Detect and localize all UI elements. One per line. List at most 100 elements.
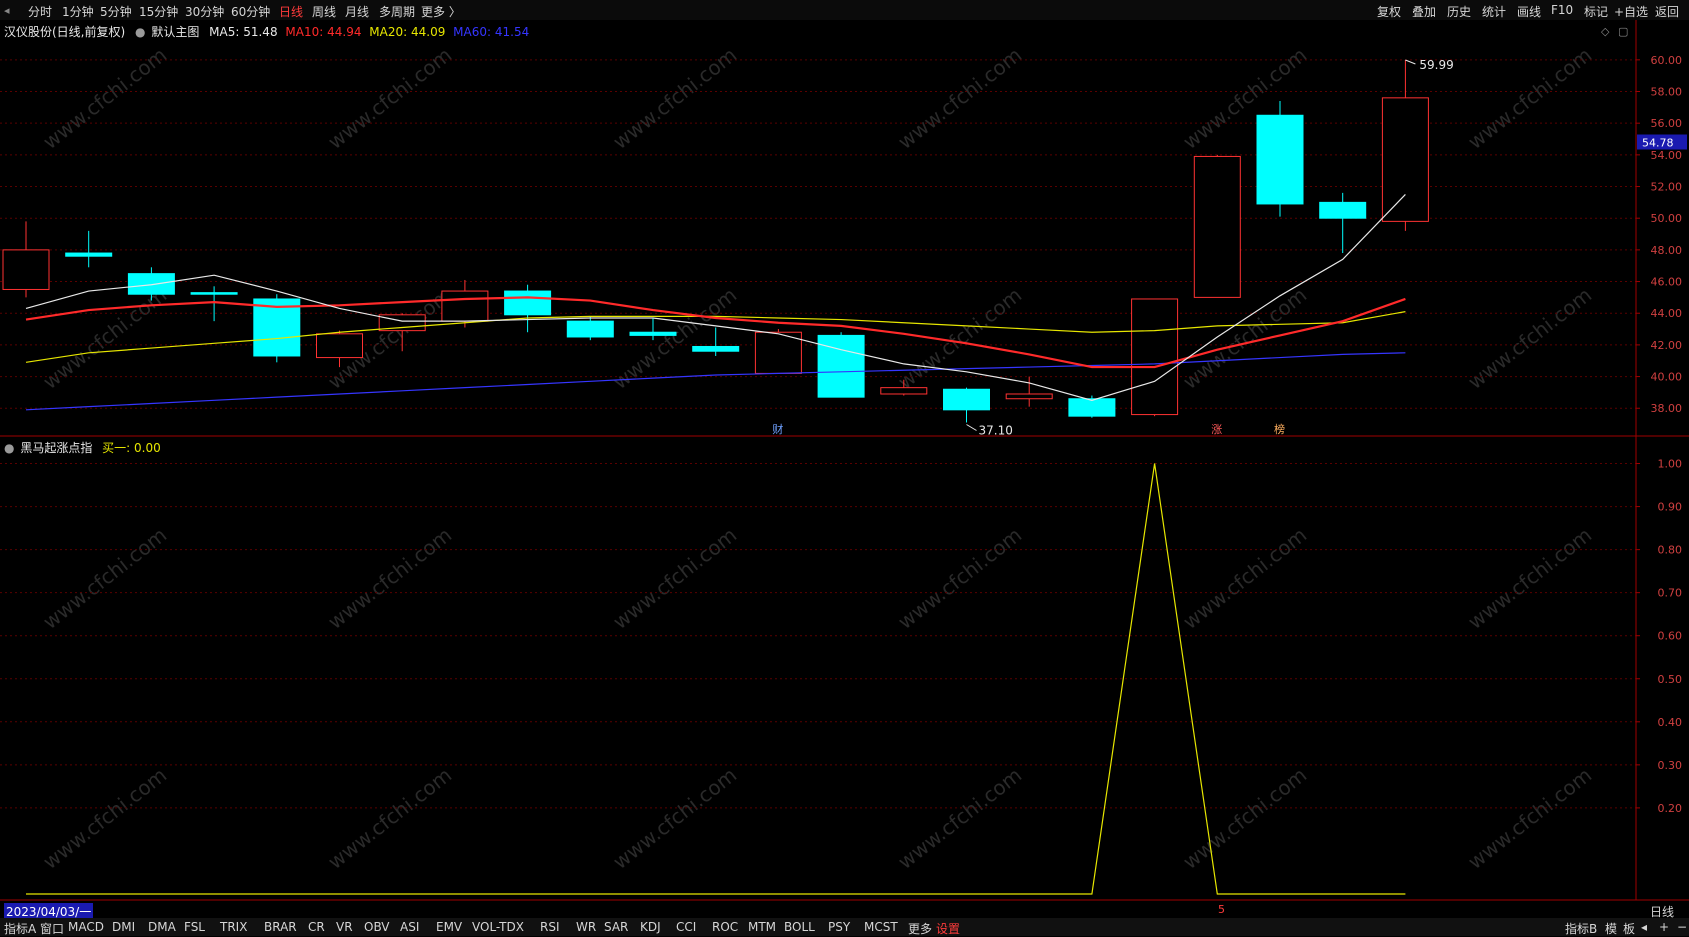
watermark-text: www.cfchi.com bbox=[893, 283, 1026, 394]
y-tick-label: 0.70 bbox=[1658, 587, 1683, 600]
expand-icon: ▢ bbox=[1618, 25, 1628, 38]
bottom-right-control[interactable]: 指标B bbox=[1565, 920, 1597, 937]
watermark-text: www.cfchi.com bbox=[893, 523, 1026, 634]
y-tick-label: 0.60 bbox=[1658, 630, 1683, 643]
y-tick-label: 0.50 bbox=[1658, 673, 1683, 686]
indicator-tab[interactable]: BOLL bbox=[784, 920, 815, 934]
indicator-tab[interactable]: ROC bbox=[712, 920, 738, 934]
watermark-layer: www.cfchi.com www.cfchi.com www.cfchi.com w… bbox=[38, 43, 1596, 874]
indicator-tab[interactable]: DMI bbox=[112, 920, 135, 934]
indicator-tab[interactable]: EMV bbox=[436, 920, 462, 934]
high-label: 59.99 bbox=[1419, 58, 1453, 72]
y-tick-label: 56.00 bbox=[1651, 117, 1683, 130]
watermark-text: www.cfchi.com bbox=[1178, 283, 1311, 394]
watermark-text: www.cfchi.com bbox=[38, 523, 171, 634]
event-marker: 榜 bbox=[1274, 422, 1285, 436]
candle-body-down bbox=[629, 331, 677, 336]
y-tick-label: 46.00 bbox=[1651, 276, 1683, 289]
low-pointer bbox=[966, 424, 977, 431]
candle-body-down bbox=[1256, 114, 1304, 205]
watermark-text: www.cfchi.com bbox=[608, 523, 741, 634]
low-label: 37.10 bbox=[979, 423, 1013, 437]
watermark-text: www.cfchi.com bbox=[608, 763, 741, 874]
indicator-tab[interactable]: CCI bbox=[676, 920, 696, 934]
watermark-text: www.cfchi.com bbox=[1178, 763, 1311, 874]
indicator-tab[interactable]: BRAR bbox=[264, 920, 297, 934]
candle-body-down bbox=[504, 290, 552, 316]
watermark-text: www.cfchi.com bbox=[1463, 763, 1596, 874]
bottom-right-control[interactable]: ◂ bbox=[1641, 920, 1647, 934]
candle-body-down bbox=[1319, 201, 1367, 219]
footer-marker: 5 bbox=[1218, 903, 1225, 916]
y-tick-label: 52.00 bbox=[1651, 181, 1683, 194]
candle-body-down bbox=[692, 345, 740, 352]
indicator-tab[interactable]: MCST bbox=[864, 920, 898, 934]
y-tick-label: 0.30 bbox=[1658, 759, 1683, 772]
indicator-tab[interactable]: FSL bbox=[184, 920, 205, 934]
candle-body-down bbox=[1068, 398, 1116, 417]
candle-body-up bbox=[441, 290, 489, 322]
candle-body-down bbox=[190, 292, 238, 295]
y-tick-label: 0.40 bbox=[1658, 716, 1683, 729]
y-tick-label: 42.00 bbox=[1651, 339, 1683, 352]
candle-body-up bbox=[1005, 393, 1053, 400]
indicator-tab[interactable]: SAR bbox=[604, 920, 628, 934]
candle-body-down bbox=[566, 320, 614, 338]
frame-layer bbox=[0, 20, 1689, 901]
indicator-tab[interactable]: 更多 bbox=[908, 920, 932, 937]
candle-body-down bbox=[65, 252, 113, 257]
indicator-tab[interactable]: CR bbox=[308, 920, 325, 934]
indicator-tab[interactable]: MTM bbox=[748, 920, 776, 934]
indicator-tab[interactable]: WR bbox=[576, 920, 596, 934]
y-tick-label: 40.00 bbox=[1651, 371, 1683, 384]
y-tick-label: 38.00 bbox=[1651, 402, 1683, 415]
candle-body-up bbox=[1193, 155, 1241, 298]
y-tick-label: 0.20 bbox=[1658, 802, 1683, 815]
indicator-tab[interactable]: DMA bbox=[148, 920, 176, 934]
y-tick-label: 48.00 bbox=[1651, 244, 1683, 257]
candle-body-up bbox=[880, 387, 928, 395]
indicator-tab[interactable]: 指标A bbox=[4, 920, 36, 937]
y-tick-label: 0.80 bbox=[1658, 544, 1683, 557]
bottom-right-control[interactable]: 板 bbox=[1623, 920, 1635, 937]
candle-body-down bbox=[817, 334, 865, 398]
price-tag: 54.78 bbox=[1642, 137, 1674, 150]
kline-chart[interactable]: www.cfchi.com www.cfchi.com www.cfchi.com w… bbox=[0, 0, 1689, 936]
bottom-right-control[interactable]: 模 bbox=[1605, 920, 1617, 937]
indicator-tab[interactable]: 窗口 bbox=[40, 920, 64, 937]
indicator-tab[interactable]: ASI bbox=[400, 920, 419, 934]
candle-body-up bbox=[1381, 97, 1429, 222]
y-tick-label: 60.00 bbox=[1651, 54, 1683, 67]
price-axis: 60.00 58.00 56.00 54.00 52.00 50.00 48.00 46.00… bbox=[1636, 54, 1687, 815]
indicator-tab[interactable]: PSY bbox=[828, 920, 850, 934]
indicator-tab[interactable]: MACD bbox=[68, 920, 104, 934]
y-tick-label: 58.00 bbox=[1651, 86, 1683, 99]
candle-body-down bbox=[943, 388, 990, 411]
watermark-text: www.cfchi.com bbox=[1178, 523, 1311, 634]
watermark-text: www.cfchi.com bbox=[1463, 523, 1596, 634]
y-tick-label: 54.00 bbox=[1651, 149, 1683, 162]
candle-body-down bbox=[127, 273, 175, 295]
indicator-tab[interactable]: VOL-TDX bbox=[472, 920, 524, 934]
indicator-tab[interactable]: TRIX bbox=[220, 920, 247, 934]
indicator-tab[interactable]: KDJ bbox=[640, 920, 661, 934]
watermark-text: www.cfchi.com bbox=[1463, 283, 1596, 394]
corner-icon: ◂ bbox=[4, 4, 10, 17]
candle-body-up bbox=[316, 333, 363, 359]
event-marker: 财 bbox=[772, 422, 783, 436]
indicator-tab[interactable]: 设置 bbox=[936, 920, 960, 937]
indicator-tab[interactable]: RSI bbox=[540, 920, 560, 934]
indicator-tab[interactable]: VR bbox=[336, 920, 353, 934]
indicator-tabs-bar: 指标A 窗口 MACD DMI DMA FSL TRIX BRAR CR VR OBV ASI EMV V… bbox=[0, 918, 1689, 936]
y-tick-label: 44.00 bbox=[1651, 307, 1683, 320]
bottom-right-control[interactable]: − bbox=[1677, 920, 1687, 934]
watermark-text: www.cfchi.com bbox=[323, 523, 456, 634]
indicator-tab[interactable]: OBV bbox=[364, 920, 390, 934]
bottom-right-control[interactable]: + bbox=[1659, 920, 1669, 934]
high-pointer bbox=[1405, 59, 1416, 65]
candle-body-up bbox=[2, 249, 50, 290]
watermark-text: www.cfchi.com bbox=[38, 763, 171, 874]
diamond-icon: ◇ bbox=[1601, 25, 1610, 38]
y-tick-label: 50.00 bbox=[1651, 212, 1683, 225]
watermark-text: www.cfchi.com bbox=[893, 763, 1026, 874]
